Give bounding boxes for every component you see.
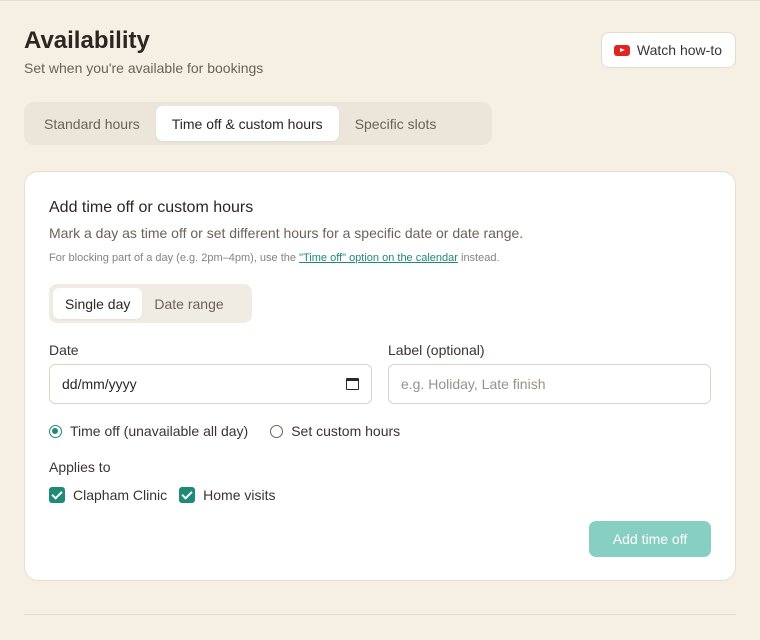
note-prefix: For blocking part of a day (e.g. 2pm–4pm… (49, 252, 300, 264)
checkbox-checked-icon (179, 487, 196, 503)
checkbox-clapham-clinic-label: Clapham Clinic (73, 487, 168, 503)
single-day-toggle[interactable]: Single day (53, 288, 143, 319)
label-placeholder: e.g. Holiday, Late finish (401, 376, 546, 392)
page-header: Availability Set when you're available f… (24, 26, 263, 76)
page-title: Availability (24, 27, 150, 54)
availability-tabs: Standard hours Time off & custom hours S… (24, 102, 492, 145)
add-time-off-button[interactable]: Add time off (589, 521, 711, 557)
time-off-card: Add time off or custom hours Mark a day … (24, 171, 736, 581)
calendar-time-off-link[interactable]: "Time off" option on the calendar (299, 252, 458, 264)
mode-toggle: Single day Date range (49, 284, 252, 323)
label-input[interactable]: e.g. Holiday, Late finish (388, 364, 711, 404)
youtube-icon (613, 44, 630, 56)
radio-checked-icon (49, 424, 62, 438)
note-suffix: instead. (457, 252, 500, 264)
date-input[interactable]: dd/mm/yyyy (49, 364, 372, 404)
date-range-toggle[interactable]: Date range (142, 288, 235, 319)
calendar-icon[interactable] (346, 378, 359, 390)
radio-custom-hours-label: Set custom hours (291, 423, 401, 439)
applies-to-label: Applies to (49, 459, 111, 475)
radio-time-off-label: Time off (unavailable all day) (70, 423, 249, 439)
date-label: Date (49, 342, 79, 358)
watch-how-to-button[interactable]: Watch how-to (600, 32, 736, 68)
tab-specific-slots[interactable]: Specific slots (339, 106, 453, 141)
card-note: For blocking part of a day (e.g. 2pm–4pm… (49, 252, 500, 264)
watch-how-to-label: Watch how-to (636, 42, 722, 58)
top-divider (0, 0, 760, 1)
card-description: Mark a day as time off or set different … (49, 225, 524, 241)
tab-time-off-custom-hours[interactable]: Time off & custom hours (155, 106, 339, 141)
radio-custom-hours[interactable]: Set custom hours (270, 423, 400, 439)
card-title: Add time off or custom hours (49, 199, 254, 216)
checkbox-checked-icon (49, 487, 65, 503)
checkbox-home-visits[interactable]: Home visits (179, 487, 276, 503)
tab-standard-hours[interactable]: Standard hours (28, 106, 156, 141)
bottom-divider (24, 614, 736, 615)
radio-unchecked-icon (270, 424, 284, 438)
radio-time-off[interactable]: Time off (unavailable all day) (49, 423, 248, 439)
date-value: dd/mm/yyyy (62, 376, 137, 392)
checkbox-home-visits-label: Home visits (203, 487, 276, 503)
label-field-label: Label (optional) (388, 342, 485, 358)
page-subtitle: Set when you're available for bookings (24, 60, 264, 76)
time-off-type-radios: Time off (unavailable all day) Set custo… (49, 423, 422, 439)
applies-to-checkboxes: Clapham Clinic Home visits (49, 487, 288, 503)
checkbox-clapham-clinic[interactable]: Clapham Clinic (49, 487, 167, 503)
